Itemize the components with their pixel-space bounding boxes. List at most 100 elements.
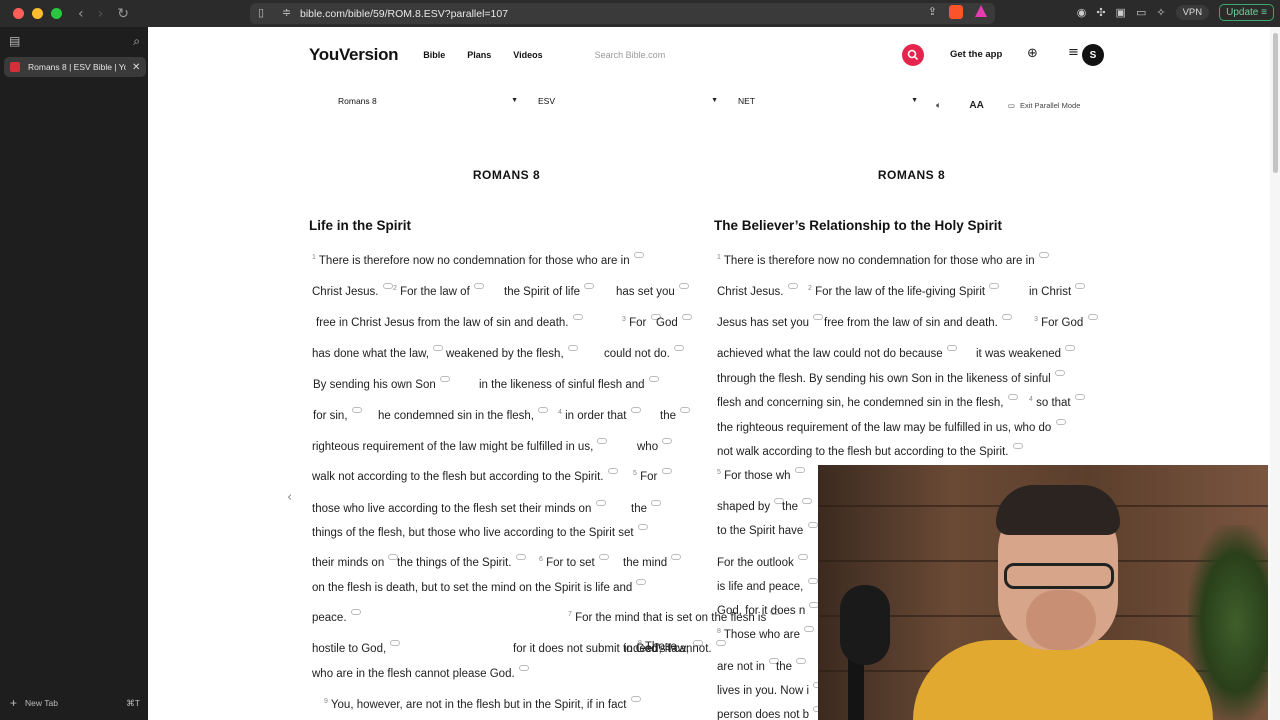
previous-chapter-icon[interactable]: ‹ [287, 490, 292, 505]
wallet-icon[interactable]: ▭ [1136, 6, 1146, 19]
bookmark-icon[interactable]: ▯ [258, 6, 264, 19]
address-bar[interactable]: ▯ ≑ bible.com/bible/59/ROM.8.ESV?paralle… [250, 3, 995, 24]
brave-rewards-icon[interactable] [975, 5, 987, 17]
footnote-icon[interactable] [1065, 345, 1076, 351]
net-verse-fragment[interactable]: 4 so that [1029, 394, 1086, 409]
footnote-icon[interactable] [630, 407, 641, 413]
book-chapter-select[interactable]: Romans 8 ▼ [338, 96, 518, 106]
esv-verse-fragment[interactable]: By sending his own Son [313, 376, 451, 391]
leo-ai-icon[interactable]: ✧ [1156, 6, 1165, 19]
footnote-icon[interactable] [350, 609, 361, 615]
extensions-icon[interactable]: ✣ [1096, 6, 1105, 19]
footnote-icon[interactable] [382, 283, 393, 289]
footnote-icon[interactable] [802, 498, 813, 504]
net-verse-fragment[interactable]: 3 For God [1034, 314, 1099, 329]
esv-verse-fragment[interactable]: peace. [312, 609, 362, 624]
esv-verse-fragment[interactable]: things of the flesh, but those who live … [312, 524, 649, 539]
net-verse-fragment[interactable]: God, for it does n [717, 602, 820, 617]
footnote-icon[interactable] [607, 468, 618, 474]
esv-verse-fragment[interactable]: could not do. [604, 345, 685, 360]
esv-verse-fragment[interactable]: in the likeness of sinful flesh and [479, 376, 660, 391]
footnote-icon[interactable] [787, 283, 798, 289]
nav-videos[interactable]: Videos [513, 50, 542, 60]
net-verse-fragment[interactable]: are not in [717, 658, 780, 673]
sidebar-panel-icon[interactable]: ▤ [9, 34, 20, 49]
esv-verse-fragment[interactable]: 8 Those [638, 640, 677, 653]
footnote-icon[interactable] [1055, 419, 1066, 425]
nav-plans[interactable]: Plans [467, 50, 491, 60]
footnote-icon[interactable] [515, 554, 526, 560]
net-verse-fragment[interactable]: shaped by [717, 498, 785, 513]
esv-verse-fragment[interactable]: the Spirit of life [504, 283, 595, 298]
footnote-icon[interactable] [473, 283, 484, 289]
footnote-icon[interactable] [572, 314, 583, 320]
footnote-icon[interactable] [390, 640, 401, 646]
footnote-icon[interactable] [662, 438, 673, 444]
youversion-logo[interactable]: YouVersion [309, 45, 399, 65]
esv-verse-fragment[interactable]: weakened by the flesh, [446, 345, 579, 360]
footnote-icon[interactable] [807, 522, 818, 528]
footnote-icon[interactable] [946, 345, 957, 351]
search-input[interactable]: Search Bible.com [595, 50, 666, 60]
esv-verse-fragment[interactable]: hostile to God, [312, 640, 401, 655]
net-verse-fragment[interactable]: achieved what the law could not do becau… [717, 345, 958, 360]
esv-verse-fragment[interactable]: Christ Jesus. [312, 283, 394, 298]
net-verse-fragment[interactable]: lives in you. Now i [717, 682, 824, 697]
avatar[interactable]: S [1082, 44, 1104, 66]
get-the-app-link[interactable]: Get the app [950, 49, 1002, 60]
footnote-icon[interactable] [989, 283, 1000, 289]
site-settings-icon[interactable]: ≑ [282, 6, 291, 19]
net-verse-fragment[interactable]: is life and peace, [717, 578, 819, 593]
net-verse-fragment[interactable]: person does not b [717, 706, 824, 720]
zoom-window-button[interactable] [51, 8, 62, 19]
esv-verse-fragment[interactable]: 2 For the law of [393, 283, 485, 298]
esv-verse-fragment[interactable]: has done what the law, [312, 345, 444, 360]
esv-verse-fragment[interactable]: 1 There is therefore now no condemnation… [312, 252, 645, 267]
footnote-icon[interactable] [597, 438, 608, 444]
footnote-icon[interactable] [1087, 314, 1098, 320]
tab-search-icon[interactable]: ⌕ [133, 34, 140, 49]
footnote-icon[interactable] [661, 468, 672, 474]
footnote-icon[interactable] [636, 579, 647, 585]
esv-verse-fragment[interactable]: who are in the flesh cannot please God. [312, 665, 530, 680]
vpn-button[interactable]: VPN [1175, 5, 1210, 20]
url-text[interactable]: bible.com/bible/59/ROM.8.ESV?parallel=10… [300, 8, 508, 20]
footnote-icon[interactable] [433, 345, 444, 351]
footnote-icon[interactable] [584, 283, 595, 289]
back-icon[interactable]: ‹ [78, 6, 84, 22]
hamburger-menu-icon[interactable]: ≡ [1068, 45, 1079, 60]
net-verse-fragment[interactable]: For the outlook [717, 554, 809, 569]
net-verse-fragment[interactable]: flesh and concerning sin, he condemned s… [717, 394, 1019, 409]
esv-verse-fragment[interactable]: the [660, 407, 691, 422]
nav-bible[interactable]: Bible [423, 50, 445, 60]
esv-verse-fragment[interactable]: who [637, 438, 673, 453]
reload-icon[interactable]: ↻ [117, 6, 129, 22]
esv-verse-fragment[interactable]: he condemned sin in the flesh, [378, 407, 549, 422]
search-button[interactable] [902, 44, 924, 66]
net-verse-fragment[interactable]: the [782, 498, 813, 513]
footnote-icon[interactable] [1012, 443, 1023, 449]
version-right-select[interactable]: NET ▼ [738, 96, 918, 106]
footnote-icon[interactable] [681, 314, 692, 320]
footnote-icon[interactable] [796, 658, 807, 664]
footnote-icon[interactable] [633, 252, 644, 258]
esv-verse-fragment[interactable]: has set you [616, 283, 690, 298]
text-size-button[interactable]: AA [969, 100, 983, 111]
audio-speaker-icon[interactable]: 🔈︎ [936, 100, 941, 111]
net-verse-fragment[interactable]: 2 For the law of the life-giving Spirit [808, 283, 1000, 298]
minimize-window-button[interactable] [32, 8, 43, 19]
footnote-icon[interactable] [439, 376, 450, 382]
esv-verse-fragment[interactable]: God [656, 314, 693, 329]
esv-verse-fragment[interactable]: those who live according to the flesh se… [312, 500, 607, 515]
footnote-icon[interactable] [794, 467, 805, 473]
footnote-icon[interactable] [598, 554, 609, 560]
page-scrollbar[interactable] [1270, 27, 1280, 720]
footnote-icon[interactable] [1054, 370, 1065, 376]
esv-verse-fragment[interactable]: on the flesh is death, but to set the mi… [312, 579, 647, 594]
net-verse-fragment[interactable]: 5 For those wh [717, 467, 806, 482]
footnote-icon[interactable] [1074, 394, 1085, 400]
footnote-icon[interactable] [807, 578, 818, 584]
footnote-icon[interactable] [1075, 283, 1086, 289]
footnote-icon[interactable] [679, 283, 690, 289]
footnote-icon[interactable] [797, 554, 808, 560]
